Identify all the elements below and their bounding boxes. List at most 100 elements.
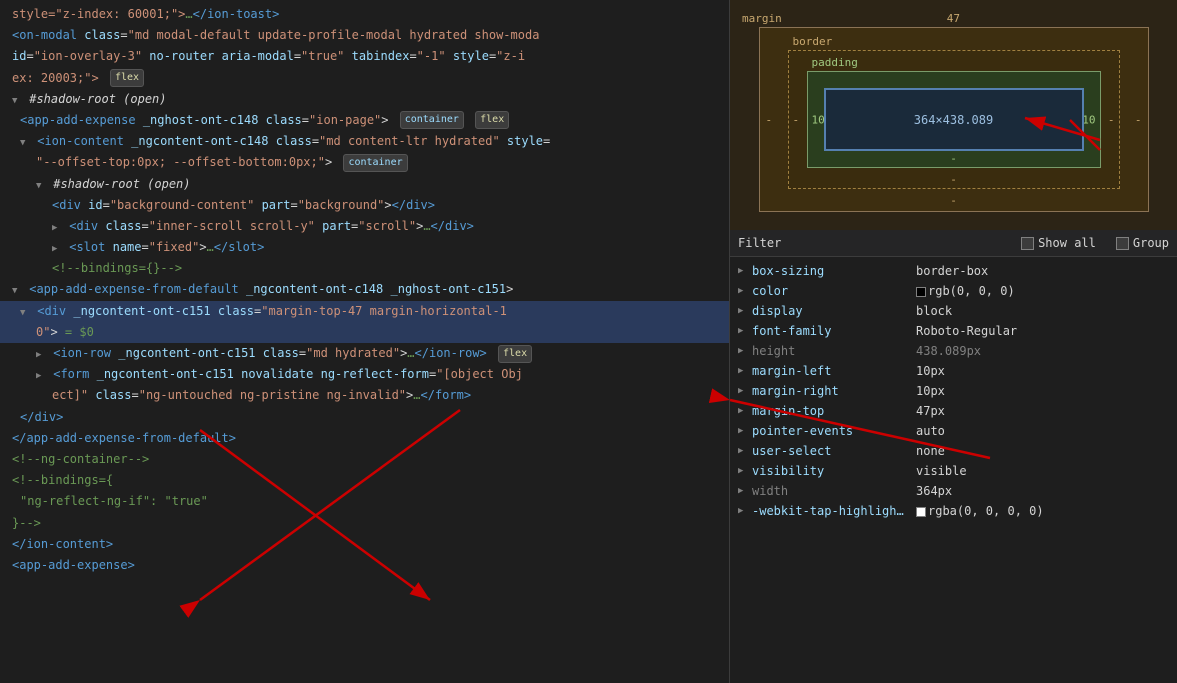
dom-line[interactable]: <app-add-expense> bbox=[0, 555, 729, 576]
prop-name: margin-right bbox=[752, 384, 912, 398]
prop-toggle[interactable] bbox=[738, 386, 748, 396]
dom-line[interactable]: #shadow-root (open) bbox=[0, 174, 729, 195]
group-label: Group bbox=[1133, 236, 1169, 250]
prop-toggle[interactable] bbox=[738, 406, 748, 416]
dom-line[interactable]: <div class="inner-scroll scroll-y" part=… bbox=[0, 216, 729, 237]
dom-line[interactable]: <div id="background-content" part="backg… bbox=[0, 195, 729, 216]
prop-toggle[interactable] bbox=[738, 306, 748, 316]
prop-value: rgb(0, 0, 0) bbox=[916, 284, 1015, 298]
prop-toggle[interactable] bbox=[738, 366, 748, 376]
dom-line[interactable]: </app-add-expense-from-default> bbox=[0, 428, 729, 449]
border-bottom-dash: - bbox=[950, 173, 957, 186]
border-left-dash: - bbox=[793, 113, 800, 126]
prop-value: border-box bbox=[916, 264, 988, 278]
group-checkbox-group[interactable]: Group bbox=[1116, 236, 1169, 250]
prop-toggle[interactable] bbox=[738, 266, 748, 276]
color-swatch bbox=[916, 287, 926, 297]
css-prop-row[interactable]: font-family Roboto-Regular bbox=[730, 321, 1177, 341]
prop-toggle[interactable] bbox=[738, 286, 748, 296]
dom-line[interactable]: <ion-row _ngcontent-ont-c151 class="md h… bbox=[0, 343, 729, 364]
prop-toggle[interactable] bbox=[738, 426, 748, 436]
dom-panel: style="z-index: 60001;">…</ion-toast><on… bbox=[0, 0, 730, 683]
prop-value: auto bbox=[916, 424, 945, 438]
prop-name: color bbox=[752, 284, 912, 298]
css-filter-bar: Filter Show all Group bbox=[730, 230, 1177, 257]
css-prop-row[interactable]: margin-right 10px bbox=[730, 381, 1177, 401]
dom-line[interactable]: <slot name="fixed">…</slot> bbox=[0, 237, 729, 258]
dom-tree[interactable]: style="z-index: 60001;">…</ion-toast><on… bbox=[0, 0, 730, 683]
padding-right-val: 10 bbox=[1082, 113, 1095, 126]
prop-name: display bbox=[752, 304, 912, 318]
dom-line[interactable]: <!--ng-container--> bbox=[0, 449, 729, 470]
dom-line[interactable]: <app-add-expense-from-default _ngcontent… bbox=[0, 279, 729, 300]
dom-line[interactable]: style="z-index: 60001;">…</ion-toast> bbox=[0, 4, 729, 25]
css-prop-row[interactable]: display block bbox=[730, 301, 1177, 321]
content-size: 364×438.089 bbox=[914, 113, 993, 127]
css-properties-panel: Filter Show all Group box-sizing border-b… bbox=[730, 230, 1177, 683]
css-prop-row[interactable]: box-sizing border-box bbox=[730, 261, 1177, 281]
dom-content: style="z-index: 60001;">…</ion-toast><on… bbox=[0, 0, 729, 580]
css-properties-list[interactable]: box-sizing border-box color rgb(0, 0, 0) dis… bbox=[730, 257, 1177, 683]
prop-value: rgba(0, 0, 0, 0) bbox=[916, 504, 1044, 518]
dom-line[interactable]: <div _ngcontent-ont-c151 class="margin-t… bbox=[0, 301, 729, 322]
prop-toggle[interactable] bbox=[738, 486, 748, 496]
dom-line[interactable]: </div> bbox=[0, 407, 729, 428]
prop-name: font-family bbox=[752, 324, 912, 338]
prop-value: Roboto-Regular bbox=[916, 324, 1017, 338]
dom-line[interactable]: <on-modal class="md modal-default update… bbox=[0, 25, 729, 46]
padding-bottom-dash: - bbox=[950, 152, 957, 165]
prop-toggle[interactable] bbox=[738, 466, 748, 476]
css-prop-row[interactable]: margin-left 10px bbox=[730, 361, 1177, 381]
css-prop-row[interactable]: width 364px bbox=[730, 481, 1177, 501]
prop-name: box-sizing bbox=[752, 264, 912, 278]
prop-name: user-select bbox=[752, 444, 912, 458]
margin-left-dash: - bbox=[766, 113, 773, 126]
prop-name: margin-left bbox=[752, 364, 912, 378]
filter-label: Filter bbox=[738, 236, 781, 250]
prop-name: width bbox=[752, 484, 912, 498]
prop-toggle[interactable] bbox=[738, 346, 748, 356]
padding-label: padding bbox=[812, 56, 858, 69]
show-all-label: Show all bbox=[1038, 236, 1096, 250]
dom-line[interactable]: "ng-reflect-ng-if": "true" bbox=[0, 491, 729, 512]
prop-value: block bbox=[916, 304, 952, 318]
dom-line[interactable]: <!--bindings={}--> bbox=[0, 258, 729, 279]
show-all-checkbox-group[interactable]: Show all bbox=[1021, 236, 1096, 250]
prop-toggle[interactable] bbox=[738, 446, 748, 456]
css-prop-row[interactable]: visibilityvisible bbox=[730, 461, 1177, 481]
dom-line[interactable]: <ion-content _ngcontent-ont-c148 class="… bbox=[0, 131, 729, 152]
margin-bottom-dash: - bbox=[950, 194, 957, 207]
dom-line[interactable]: </ion-content> bbox=[0, 534, 729, 555]
css-prop-row[interactable]: user-selectnone bbox=[730, 441, 1177, 461]
dom-line[interactable]: }--> bbox=[0, 513, 729, 534]
css-prop-row[interactable]: margin-top47px bbox=[730, 401, 1177, 421]
css-prop-row[interactable]: height438.089px bbox=[730, 341, 1177, 361]
dom-line[interactable]: <form _ngcontent-ont-c151 novalidate ng-… bbox=[0, 364, 729, 385]
group-checkbox[interactable] bbox=[1116, 237, 1129, 250]
dom-line[interactable]: ex: 20003;"> flex bbox=[0, 68, 729, 89]
dom-line[interactable]: ect]" class="ng-untouched ng-pristine ng… bbox=[0, 385, 729, 406]
margin-top-value: 47 bbox=[947, 12, 960, 25]
dom-line[interactable]: <!--bindings={ bbox=[0, 470, 729, 491]
css-prop-row[interactable]: pointer-events auto bbox=[730, 421, 1177, 441]
dom-line[interactable]: <app-add-expense _nghost-ont-c148 class=… bbox=[0, 110, 729, 131]
prop-value: 10px bbox=[916, 364, 945, 378]
margin-right-dash: - bbox=[1135, 113, 1142, 126]
prop-value: 438.089px bbox=[916, 344, 981, 358]
css-prop-row[interactable]: -webkit-tap-highligh…rgba(0, 0, 0, 0) bbox=[730, 501, 1177, 521]
border-label: border bbox=[793, 35, 833, 48]
prop-name: pointer-events bbox=[752, 424, 912, 438]
right-panel: margin 47 - - - border - - - paddi bbox=[730, 0, 1177, 683]
dom-line[interactable]: #shadow-root (open) bbox=[0, 89, 729, 110]
dom-line[interactable]: "--offset-top:0px; --offset-bottom:0px;"… bbox=[0, 152, 729, 173]
css-prop-row[interactable]: color rgb(0, 0, 0) bbox=[730, 281, 1177, 301]
prop-toggle[interactable] bbox=[738, 506, 748, 516]
dom-line[interactable]: id="ion-overlay-3" no-router aria-modal=… bbox=[0, 46, 729, 67]
show-all-checkbox[interactable] bbox=[1021, 237, 1034, 250]
prop-name: visibility bbox=[752, 464, 912, 478]
prop-value: 10px bbox=[916, 384, 945, 398]
prop-toggle[interactable] bbox=[738, 326, 748, 336]
dom-line[interactable]: 0"> = $0 bbox=[0, 322, 729, 343]
box-model-diagram: margin 47 - - - border - - - paddi bbox=[730, 0, 1177, 230]
prop-value: 364px bbox=[916, 484, 952, 498]
